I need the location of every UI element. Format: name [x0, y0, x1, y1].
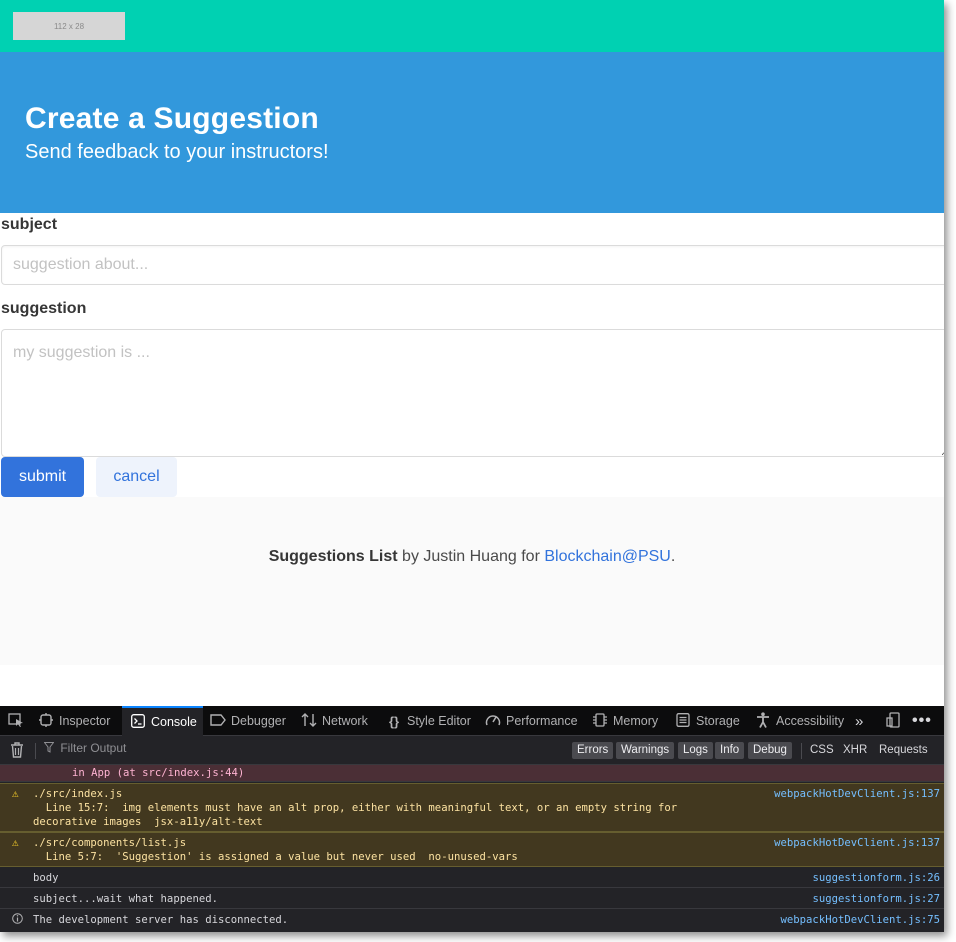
tab-memory-label: Memory [613, 714, 659, 728]
footer-by-text: by Justin Huang for [397, 548, 545, 565]
console-message-text: body [33, 872, 59, 884]
filter-output-input[interactable]: Filter Output [43, 741, 344, 760]
performance-icon [485, 713, 501, 730]
tab-debugger[interactable]: Debugger [210, 706, 286, 736]
console-message-text: subject...wait what happened. [33, 893, 218, 905]
console-message-info: The development server has disconnected.… [0, 909, 944, 931]
debugger-icon [210, 713, 226, 729]
console-message-text: ./src/components/list.js Line 5:7: 'Sugg… [33, 837, 518, 863]
filter-errors-button[interactable]: Errors [572, 742, 614, 759]
divider [801, 743, 802, 759]
console-icon [130, 713, 146, 731]
suggestion-label: suggestion [1, 300, 87, 317]
chevron-double-right-icon: » [855, 712, 864, 730]
tab-debugger-label: Debugger [231, 714, 286, 728]
hero-banner: Create a Suggestion Send feedback to you… [0, 52, 944, 213]
devtools-menu-button[interactable]: ••• [912, 706, 932, 736]
filter-warnings-button[interactable]: Warnings [616, 742, 675, 759]
info-icon [12, 913, 23, 928]
console-message-text: in App (at src/index.js:44) [72, 767, 245, 779]
tab-accessibility[interactable]: Accessibility [755, 706, 844, 736]
clear-console-button[interactable] [10, 742, 24, 762]
console-source-link[interactable]: webpackHotDevClient.js:137 [774, 836, 940, 850]
console-source-link[interactable]: suggestionform.js:27 [812, 892, 940, 906]
console-source-link[interactable]: suggestionform.js:26 [812, 871, 940, 885]
console-message-warning: ⚠ ./src/components/list.js Line 5:7: 'Su… [0, 832, 944, 867]
console-source-link[interactable]: webpackHotDevClient.js:137 [774, 787, 940, 801]
browser-window: 112 x 28 Create a Suggestion Send feedba… [0, 0, 944, 932]
filter-output-placeholder: Filter Output [60, 741, 127, 755]
footer-app-name: Suggestions List [268, 548, 398, 565]
console-message-log: body suggestionform.js:26 [0, 867, 944, 888]
tab-memory[interactable]: Memory [592, 706, 658, 736]
console-message-error: in App (at src/index.js:44) [0, 765, 944, 782]
trash-icon [11, 742, 23, 758]
cancel-button[interactable]: cancel [96, 457, 177, 497]
filter-requests-button[interactable]: Requests [879, 742, 928, 759]
filter-xhr-button[interactable]: XHR [843, 742, 867, 759]
devtools-panel: Inspector Console Debugger Network {} Sty… [0, 706, 944, 932]
tab-network-label: Network [322, 714, 368, 728]
tab-storage[interactable]: Storage [675, 706, 740, 736]
tab-console[interactable]: Console [122, 706, 203, 736]
inspector-icon [38, 712, 54, 730]
page-title: Create a Suggestion [25, 102, 319, 135]
accessibility-icon [755, 711, 771, 731]
responsive-design-icon [886, 711, 902, 731]
warning-icon: ⚠ [12, 836, 19, 849]
pick-element-icon [8, 712, 24, 730]
tab-inspector-label: Inspector [59, 714, 111, 728]
tab-inspector[interactable]: Inspector [38, 706, 110, 736]
console-message-log: subject...wait what happened. suggestion… [0, 888, 944, 909]
warning-icon: ⚠ [12, 787, 19, 800]
filter-css-button[interactable]: CSS [810, 742, 834, 759]
footer-credit: Suggestions List by Justin Huang for Blo… [0, 548, 944, 566]
filter-debug-button[interactable]: Debug [748, 742, 792, 759]
tab-performance-label: Performance [506, 714, 578, 728]
style-editor-icon: {} [388, 713, 400, 729]
console-filter-bar: Filter Output Errors Warnings Logs Info … [0, 737, 944, 765]
responsive-mode-button[interactable] [886, 706, 907, 736]
filter-icon [43, 742, 57, 756]
network-icon [301, 712, 317, 730]
tab-console-label: Console [151, 715, 197, 729]
storage-icon [675, 712, 691, 730]
filter-info-button[interactable]: Info [715, 742, 745, 759]
pick-element-button[interactable] [8, 706, 29, 736]
logo-placeholder[interactable]: 112 x 28 [13, 12, 125, 40]
divider [35, 743, 36, 759]
subject-input[interactable] [1, 245, 944, 285]
memory-icon [592, 712, 608, 730]
console-source-link[interactable]: webpackHotDevClient.js:75 [781, 913, 940, 927]
console-message-warning: ⚠ ./src/index.js Line 15:7: img elements… [0, 783, 944, 832]
more-horizontal-icon: ••• [912, 712, 932, 729]
footer: Suggestions List by Justin Huang for Blo… [0, 497, 944, 665]
console-message-text: The development server has disconnected. [33, 914, 289, 926]
tab-performance[interactable]: Performance [485, 706, 578, 736]
tab-style-editor-label: Style Editor [407, 714, 471, 728]
devtools-toolbar: Inspector Console Debugger Network {} Sty… [0, 706, 944, 736]
tab-style-editor[interactable]: {} Style Editor [386, 706, 471, 736]
more-tools-button[interactable]: » [855, 706, 863, 736]
footer-period: . [670, 548, 676, 565]
filter-logs-button[interactable]: Logs [678, 742, 713, 759]
console-message-text: ./src/index.js Line 15:7: img elements m… [33, 788, 678, 828]
tab-network[interactable]: Network [301, 706, 368, 736]
tab-accessibility-label: Accessibility [776, 714, 845, 728]
tab-storage-label: Storage [696, 714, 740, 728]
submit-button[interactable]: submit [1, 457, 84, 497]
footer-link[interactable]: Blockchain@PSU [544, 548, 671, 565]
navbar: 112 x 28 [0, 0, 944, 52]
suggestion-textarea[interactable] [1, 329, 944, 457]
subject-label: subject [1, 216, 58, 233]
page-subtitle: Send feedback to your instructors! [25, 141, 329, 163]
